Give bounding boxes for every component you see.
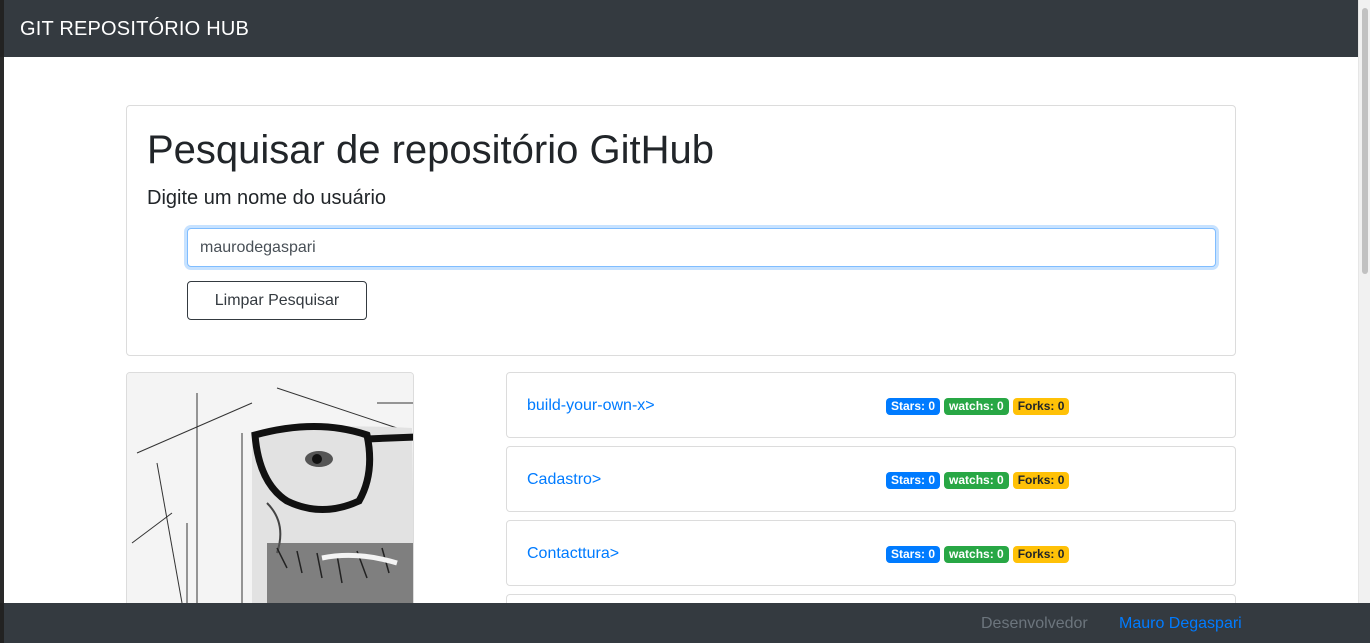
forks-badge: Forks: 0 xyxy=(1012,546,1070,563)
top-navbar: GIT REPOSITÓRIO HUB xyxy=(0,0,1358,57)
stars-badge: Stars: 0 xyxy=(886,472,941,489)
developer-link[interactable]: Mauro Degaspari xyxy=(1119,615,1242,633)
page-footer: Desenvolvedor Mauro Degaspari xyxy=(0,603,1370,643)
developer-label: Desenvolvedor xyxy=(981,615,1088,632)
clear-search-button[interactable]: Limpar Pesquisar xyxy=(187,281,367,320)
search-subtitle: Digite um nome do usuário xyxy=(147,187,387,209)
user-avatar xyxy=(126,372,414,612)
search-card: Pesquisar de repositório GitHub Digite u… xyxy=(126,105,1236,356)
scrollbar-thumb[interactable] xyxy=(1362,8,1368,274)
username-search-input[interactable] xyxy=(187,228,1216,267)
repo-link[interactable]: Contacttura> xyxy=(527,545,619,563)
watchs-badge: watchs: 0 xyxy=(944,472,1009,489)
repo-link[interactable]: build-your-own-x> xyxy=(527,397,655,415)
repo-badges: Stars: 0 watchs: 0 Forks: 0 xyxy=(886,398,1070,415)
forks-badge: Forks: 0 xyxy=(1012,472,1070,489)
repo-card: Cadastro> Stars: 0 watchs: 0 Forks: 0 xyxy=(506,446,1236,512)
repo-badges: Stars: 0 watchs: 0 Forks: 0 xyxy=(886,472,1070,489)
repo-link[interactable]: Cadastro> xyxy=(527,471,601,489)
forks-badge: Forks: 0 xyxy=(1012,398,1070,415)
page-title: Pesquisar de repositório GitHub xyxy=(147,128,714,172)
watchs-badge: watchs: 0 xyxy=(944,398,1009,415)
repo-card: Contacttura> Stars: 0 watchs: 0 Forks: 0 xyxy=(506,520,1236,586)
navbar-brand[interactable]: GIT REPOSITÓRIO HUB xyxy=(20,18,249,41)
window-left-edge xyxy=(0,57,4,603)
repo-badges: Stars: 0 watchs: 0 Forks: 0 xyxy=(886,546,1070,563)
stars-badge: Stars: 0 xyxy=(886,546,941,563)
watchs-badge: watchs: 0 xyxy=(944,546,1009,563)
repo-card: build-your-own-x> Stars: 0 watchs: 0 For… xyxy=(506,372,1236,438)
page-scrollbar[interactable] xyxy=(1358,0,1370,603)
stars-badge: Stars: 0 xyxy=(886,398,941,415)
avatar-sketch-image xyxy=(127,373,413,611)
